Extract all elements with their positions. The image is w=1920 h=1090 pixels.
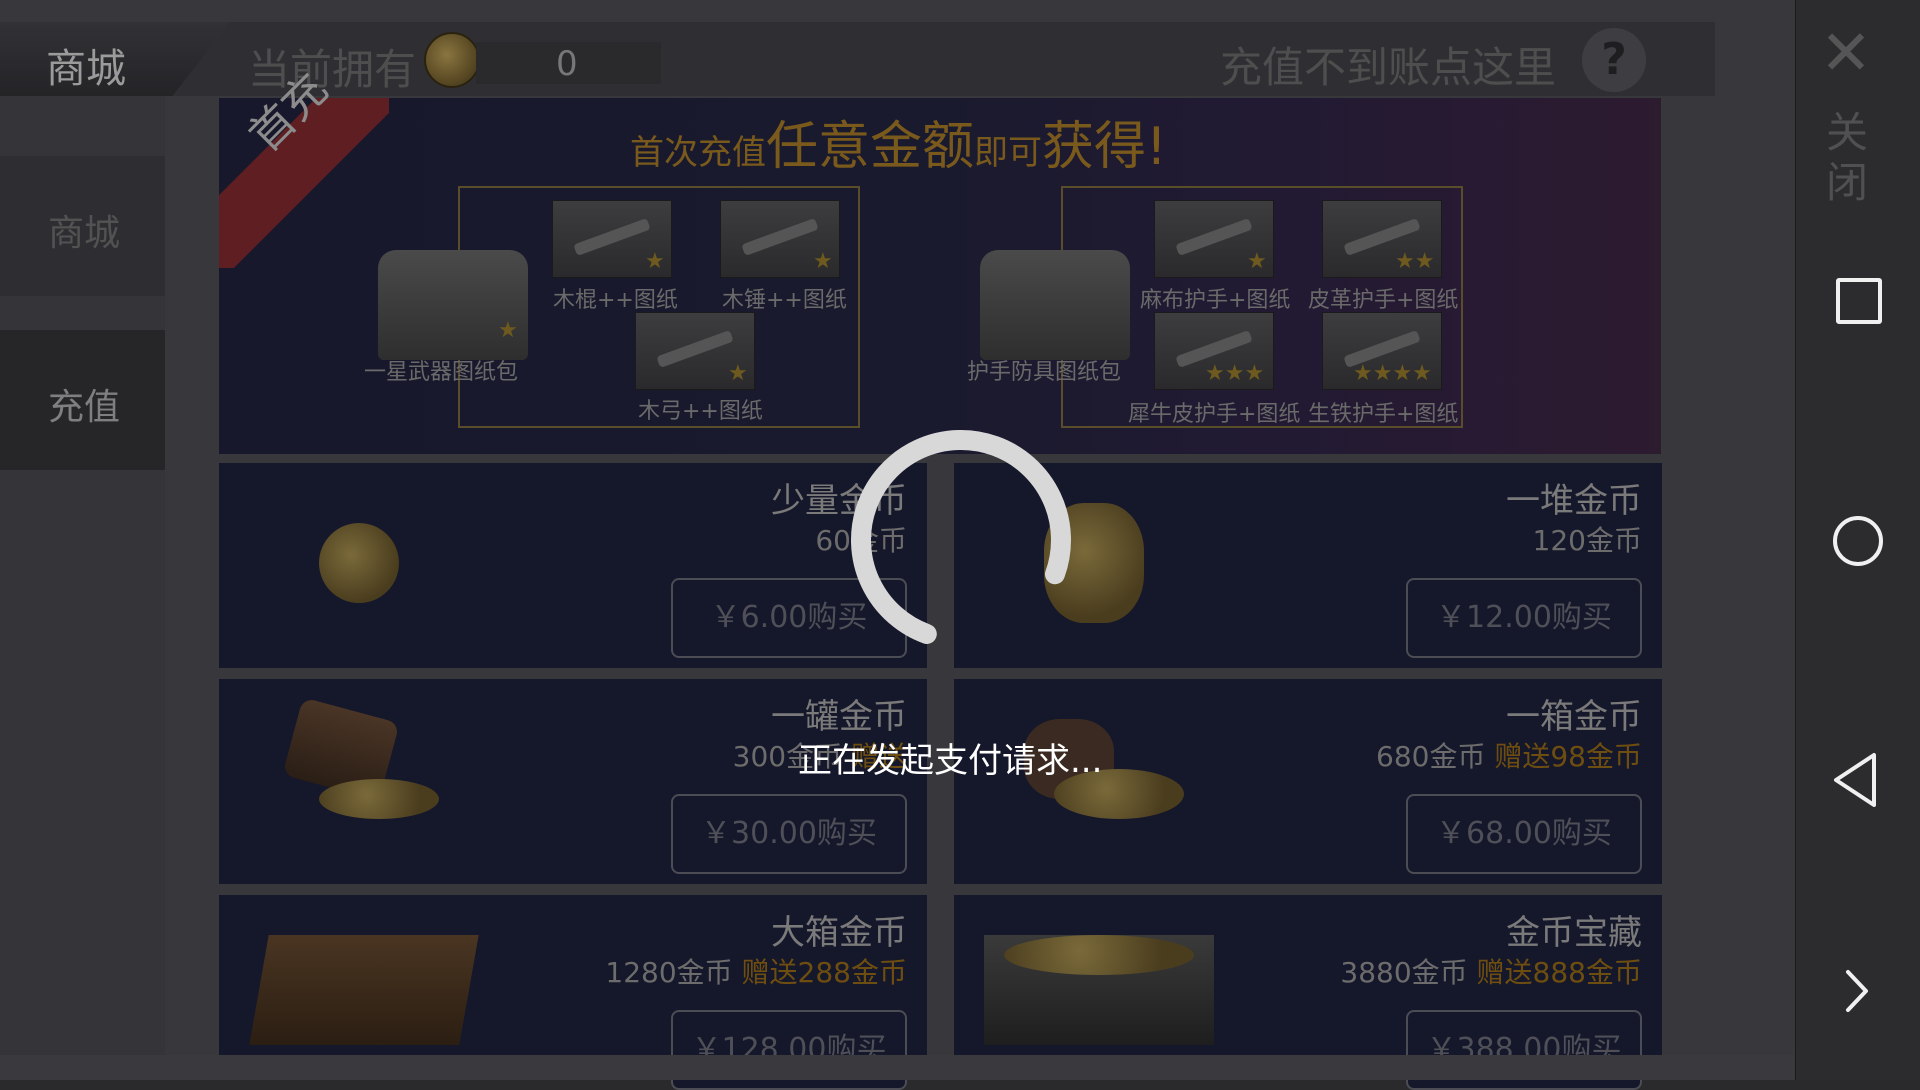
buy-button[interactable]: ￥30.00购买 (671, 794, 907, 874)
bonus-amount: 赠送888金币 (1476, 956, 1642, 989)
star-icon: ★ (645, 249, 665, 274)
product-name: 大箱金币 (771, 913, 907, 953)
coin-amount: 120金币 (1532, 524, 1642, 557)
item-tile: ★★★★ (1322, 312, 1442, 390)
circle-icon[interactable] (1833, 516, 1883, 566)
square-icon[interactable] (1836, 278, 1882, 324)
close-label[interactable]: 关闭 (1826, 108, 1872, 208)
back-triangle-icon[interactable] (1830, 750, 1880, 810)
product-amount: 3880金币 赠送888金币 (1340, 951, 1642, 991)
buy-button[interactable]: ￥68.00购买 (1406, 794, 1642, 874)
coin-icon (424, 32, 480, 88)
item-tile: ★ (552, 200, 672, 278)
sidebar-item-recharge[interactable]: 充值 (0, 330, 165, 470)
item-label: 生铁护手+图纸 (1308, 402, 1459, 427)
loading-spinner-icon (851, 430, 1071, 644)
stick-icon (573, 218, 651, 256)
item-tile: ★ (635, 312, 755, 390)
armor-bundle-label: 护手防具图纸包 (967, 360, 1122, 385)
item-label: 皮革护手+图纸 (1308, 288, 1459, 313)
coin-stack-icon (319, 523, 399, 603)
coin-heap-icon (1004, 935, 1194, 975)
bonus-amount: 赠送288金币 (741, 956, 907, 989)
item-tile: ★★ (1322, 200, 1442, 278)
headline-part: ! (1146, 117, 1167, 177)
item-label: 木锤++图纸 (722, 288, 847, 313)
product-card: 大箱金币 1280金币 赠送288金币 ￥128.00购买 (219, 895, 927, 1090)
headline-part: 获得 (1042, 117, 1147, 177)
product-card: 少量金币 60金币 ￥6.00购买 (219, 463, 927, 668)
hammer-icon (741, 218, 819, 256)
bow-icon (656, 330, 734, 368)
shop-tab-label: 商城 (46, 46, 126, 92)
sidebar-item-label: 商城 (48, 213, 121, 254)
bundle-box-icon (378, 250, 528, 360)
item-tile: ★ (720, 200, 840, 278)
item-tile: ★ (1154, 200, 1274, 278)
headline-part: 任意金额 (766, 117, 975, 177)
game-window: 商城 当前拥有 0 充值不到账点这里 ? 商城 充值 首充 首次充值任意金额即可… (0, 0, 1795, 1090)
buy-button[interactable]: ￥12.00购买 (1406, 578, 1642, 658)
sidebar-item-shop[interactable]: 商城 (0, 156, 165, 296)
product-amount: 680金币 赠送98金币 (1376, 735, 1642, 775)
product-name: 一罐金币 (771, 697, 907, 737)
headline-part: 首次充值 (630, 133, 766, 173)
star-icon: ★★★ (1205, 361, 1265, 386)
item-label: 犀牛皮护手+图纸 (1128, 402, 1301, 427)
star-icon: ★ (728, 361, 748, 386)
product-amount: 1280金币 赠送288金币 (605, 951, 907, 991)
product-name: 一箱金币 (1506, 697, 1642, 737)
product-name: 一堆金币 (1506, 481, 1642, 521)
coin-crate-icon (249, 935, 479, 1045)
star-icon: ★★★★ (1353, 361, 1432, 386)
product-card: 金币宝藏 3880金币 赠送888金币 ￥388.00购买 (954, 895, 1662, 1090)
help-icon[interactable]: ? (1582, 28, 1646, 92)
item-label: 木弓++图纸 (638, 399, 763, 424)
bonus-amount: 赠送98金币 (1494, 740, 1642, 773)
spilled-coins-icon (319, 779, 439, 819)
star-icon: ★★ (1395, 249, 1435, 274)
coin-amount: 1280金币 (605, 956, 733, 989)
star-icon: ★ (498, 318, 518, 343)
coin-amount: 3880金币 (1340, 956, 1468, 989)
balance-value: 0 (556, 44, 578, 84)
product-name: 金币宝藏 (1506, 913, 1642, 953)
item-label: 木棍++图纸 (553, 288, 678, 313)
item-label: 麻布护手+图纸 (1140, 288, 1291, 313)
coin-amount: 680金币 (1376, 740, 1486, 773)
close-icon[interactable]: ✕ (1820, 22, 1872, 84)
bottom-strip (0, 1055, 1795, 1080)
loading-text: 正在发起支付请求... (798, 741, 1103, 781)
sidebar-item-label: 充值 (48, 387, 121, 428)
recharge-help-link[interactable]: 充值不到账点这里 (1220, 34, 1556, 95)
chevron-right-icon[interactable] (1838, 966, 1874, 1016)
headline-part: 即可 (974, 133, 1043, 173)
item-tile: ★★★ (1154, 312, 1274, 390)
balance-display: 0 (476, 42, 661, 84)
product-amount: 120金币 (1533, 519, 1642, 559)
weapon-bundle-label: 一星武器图纸包 (364, 360, 519, 385)
star-icon: ★ (1247, 249, 1267, 274)
banner-headline: 首次充值任意金额即可获得! (630, 104, 1167, 179)
star-icon: ★ (813, 249, 833, 274)
glove-icon (1175, 218, 1253, 256)
bundle-box-icon (980, 250, 1130, 360)
